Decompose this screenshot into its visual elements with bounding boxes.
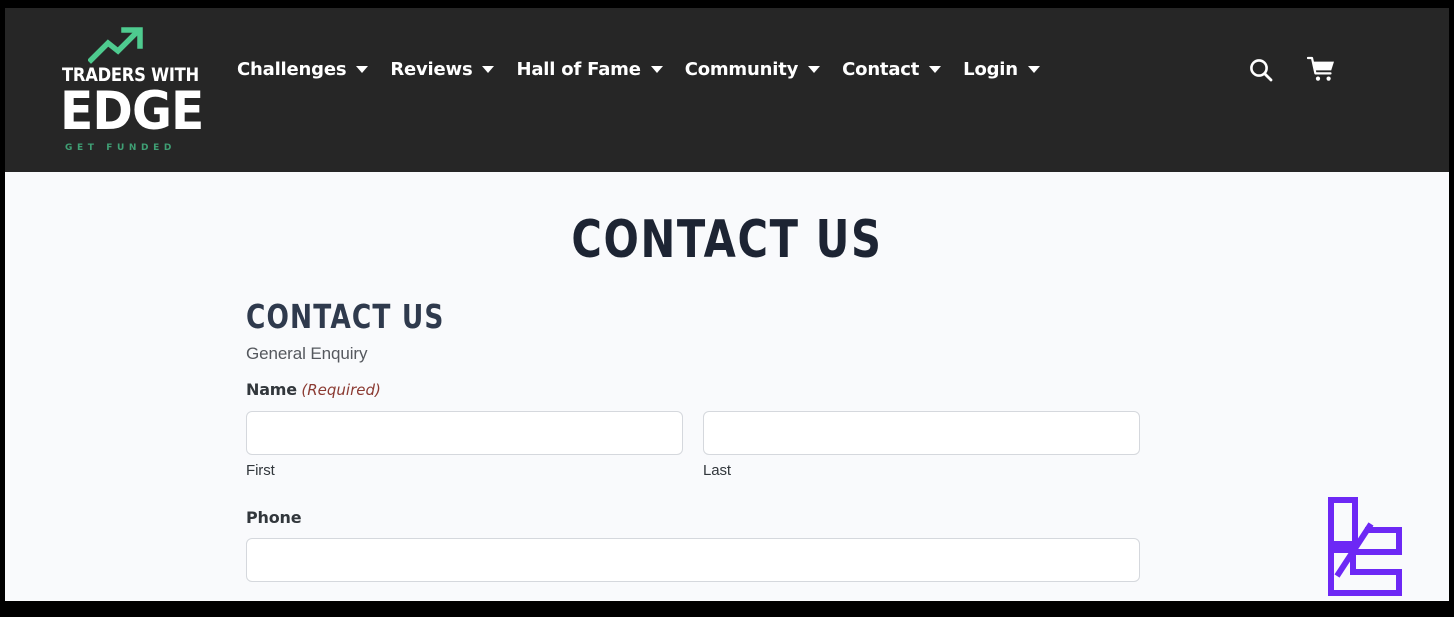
first-name-column: First xyxy=(246,411,683,479)
chevron-down-icon[interactable] xyxy=(808,66,821,73)
site-logo[interactable]: TRADERS WITH EDGE GET FUNDED xyxy=(60,22,204,162)
chevron-down-icon[interactable] xyxy=(650,66,663,73)
nav-item-contact[interactable]: Contact xyxy=(842,59,942,80)
form-heading: CONTACT US xyxy=(246,297,445,336)
name-row: First Last xyxy=(246,411,1146,479)
nav-label: Hall of Fame xyxy=(516,59,641,80)
nav-item-hall-of-fame[interactable]: Hall of Fame xyxy=(516,59,663,80)
form-subheading: General Enquiry xyxy=(246,344,368,363)
chevron-down-icon[interactable] xyxy=(356,66,369,73)
nav-item-reviews[interactable]: Reviews xyxy=(390,59,495,80)
chevron-down-icon[interactable] xyxy=(929,66,942,73)
nav-label: Reviews xyxy=(390,59,473,80)
nav-item-login[interactable]: Login xyxy=(963,59,1040,80)
viewport-bottom-bar xyxy=(5,601,1449,609)
phone-field-group: Phone xyxy=(246,508,1146,582)
trending-up-arrow-icon xyxy=(88,27,143,64)
logo-tagline: GET FUNDED xyxy=(65,143,176,153)
logo-line-2: EDGE xyxy=(60,81,204,142)
name-label-text: Name xyxy=(246,380,297,399)
phone-input[interactable] xyxy=(246,538,1140,582)
chevron-down-icon[interactable] xyxy=(1027,66,1040,73)
header-actions xyxy=(1247,56,1337,84)
nav-label: Login xyxy=(963,59,1018,80)
phone-label-text: Phone xyxy=(246,508,302,527)
nav-item-community[interactable]: Community xyxy=(684,59,821,80)
last-name-input[interactable] xyxy=(703,411,1140,455)
nav-label: Community xyxy=(684,59,799,80)
nav-label: Challenges xyxy=(237,59,347,80)
first-name-sub-label: First xyxy=(246,462,275,479)
browser-viewport: TRADERS WITH EDGE GET FUNDED Challenges … xyxy=(5,8,1449,609)
first-name-input[interactable] xyxy=(246,411,683,455)
main-navigation: Challenges Reviews Hall of Fame Communit… xyxy=(237,59,1040,80)
phone-input-wrapper xyxy=(246,538,1140,582)
nav-label: Contact xyxy=(842,59,920,80)
chevron-down-icon[interactable] xyxy=(482,66,495,73)
required-marker: (Required) xyxy=(301,381,381,399)
last-name-column: Last xyxy=(703,411,1140,479)
cart-icon[interactable] xyxy=(1307,56,1337,84)
search-icon[interactable] xyxy=(1247,56,1275,84)
contact-form: CONTACT US General Enquiry Name (Require… xyxy=(246,300,1146,582)
site-header: TRADERS WITH EDGE GET FUNDED Challenges … xyxy=(5,8,1449,172)
page-body: CONTACT US CONTACT US General Enquiry Na… xyxy=(5,172,1449,609)
nav-item-challenges[interactable]: Challenges xyxy=(237,59,369,80)
monogram-logo-icon xyxy=(1328,497,1402,596)
name-field-group: Name (Required) First Last xyxy=(246,380,1146,479)
name-field-label: Name (Required) xyxy=(246,380,1146,400)
page-title: CONTACT US xyxy=(571,210,883,270)
last-name-sub-label: Last xyxy=(703,462,731,479)
